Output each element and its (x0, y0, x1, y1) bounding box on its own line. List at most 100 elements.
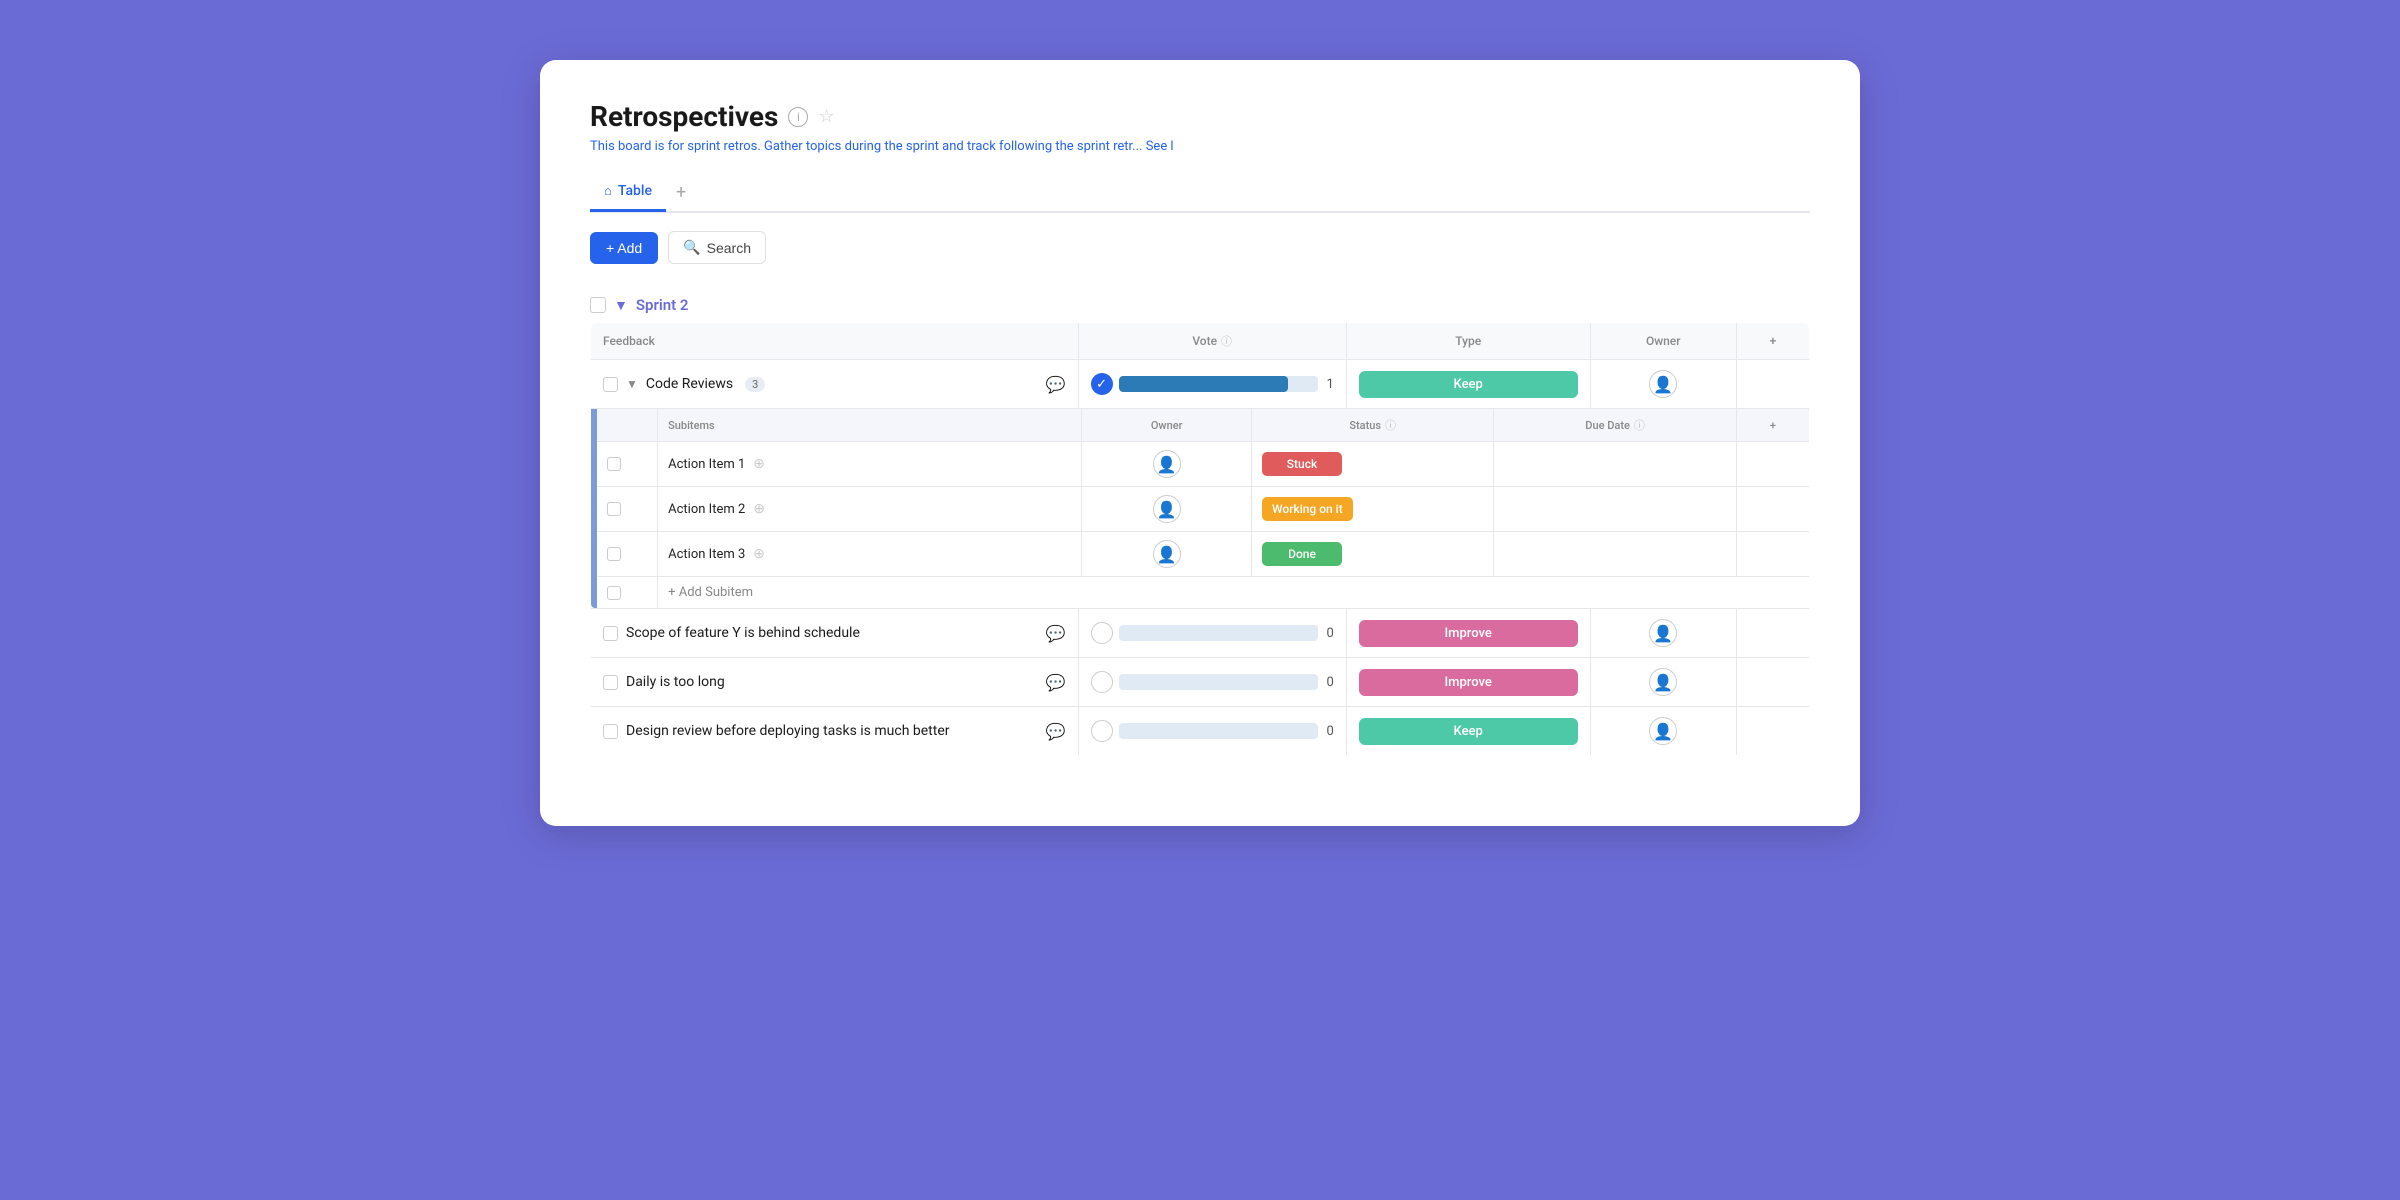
add-button[interactable]: + Add (590, 232, 658, 264)
table-row: Scope of feature Y is behind schedule 💬 … (591, 609, 1810, 658)
tab-table[interactable]: ⌂ Table (590, 175, 666, 212)
sub-add-icon[interactable]: ⊕ (753, 501, 765, 517)
add-comment-icon[interactable]: 💬 (1046, 673, 1066, 692)
item-name: Scope of feature Y is behind schedule (626, 625, 860, 641)
add-comment-icon[interactable]: 💬 (1046, 375, 1066, 394)
sub-owner-avatar[interactable]: 👤 (1153, 450, 1181, 478)
type-badge: Improve (1359, 669, 1578, 696)
row-chevron-icon[interactable]: ▼ (626, 377, 638, 391)
app-window: Retrospectives i ☆ This board is for spr… (540, 60, 1860, 826)
page-subtitle: This board is for sprint retros. Gather … (590, 139, 1810, 154)
sub-plus-cell (1736, 487, 1809, 532)
sub-plus-cell (1736, 442, 1809, 487)
subitem-name: Action Item 3 (668, 547, 745, 562)
vote-circle-icon[interactable] (1091, 671, 1113, 693)
add-comment-icon[interactable]: 💬 (1046, 624, 1066, 643)
group-sprint2: ▼ Sprint 2 Feedback Vote ⓘ Ty (590, 292, 1810, 756)
search-button[interactable]: 🔍 Search (668, 231, 766, 264)
sub-add-icon[interactable]: ⊕ (753, 546, 765, 562)
owner-avatar[interactable]: 👤 (1649, 619, 1677, 647)
sub-duedate-cell (1494, 532, 1736, 577)
sub-col-checkbox (597, 409, 658, 442)
sub-owner-cell: 👤 (1082, 442, 1252, 487)
sub-status-cell: Working on it (1252, 487, 1494, 532)
add-sub-checkbox-cell (597, 577, 658, 609)
sub-name-cell: Action Item 3 ⊕ (658, 532, 1082, 577)
search-icon: 🔍 (683, 239, 700, 256)
main-table: Feedback Vote ⓘ Type Owner (590, 322, 1810, 756)
subitem-container-cell: Subitems Owner Status (591, 409, 1810, 610)
row-checkbox[interactable] (603, 724, 618, 739)
duedate-info-icon: ⓘ (1634, 417, 1645, 433)
page-title-row: Retrospectives i ☆ (590, 100, 1810, 133)
add-col-cell[interactable] (1736, 707, 1809, 756)
subitem-section: Subitems Owner Status (591, 409, 1810, 610)
sub-owner-avatar[interactable]: 👤 (1153, 540, 1181, 568)
group-title: Sprint 2 (636, 296, 689, 314)
owner-cell: 👤 (1590, 609, 1736, 658)
sub-col-status: Status ⓘ (1252, 409, 1494, 442)
row-checkbox[interactable] (603, 675, 618, 690)
page-title: Retrospectives (590, 100, 778, 133)
sub-checkbox-cell (597, 532, 658, 577)
owner-avatar[interactable]: 👤 (1649, 370, 1677, 398)
tabs-row: ⌂ Table + (590, 174, 1810, 213)
subitem-checkbox[interactable] (607, 547, 621, 561)
group-checkbox[interactable] (590, 297, 606, 313)
add-comment-icon[interactable]: 💬 (1046, 722, 1066, 741)
status-badge: Working on it (1262, 497, 1353, 521)
item-name: Design review before deploying tasks is … (626, 723, 950, 739)
star-icon[interactable]: ☆ (818, 106, 834, 127)
subitem-row-1: Action Item 1 ⊕ 👤 (597, 442, 1809, 487)
home-icon: ⌂ (604, 183, 612, 199)
add-col-cell[interactable] (1736, 609, 1809, 658)
status-info-icon: ⓘ (1385, 417, 1396, 433)
subitem-table-wrap: Subitems Owner Status (597, 409, 1809, 608)
vote-bar (1119, 625, 1318, 641)
add-subitem-checkbox[interactable] (607, 586, 621, 600)
table-row: ▼ Code Reviews 3 💬 ✓ 1 (591, 360, 1810, 409)
see-more-link[interactable]: See l (1146, 139, 1174, 154)
vote-cell: 0 (1078, 707, 1346, 756)
owner-avatar[interactable]: 👤 (1649, 668, 1677, 696)
info-icon[interactable]: i (788, 107, 808, 127)
table-row: Daily is too long 💬 0 (591, 658, 1810, 707)
item-count: 3 (745, 377, 765, 392)
sub-add-icon[interactable]: ⊕ (753, 456, 765, 472)
type-cell: Keep (1346, 360, 1590, 409)
vote-cell: 0 (1078, 658, 1346, 707)
row-checkbox[interactable] (603, 626, 618, 641)
add-subitem-row[interactable]: + Add Subitem (597, 577, 1809, 609)
feedback-cell: Design review before deploying tasks is … (591, 707, 1079, 756)
add-col-cell[interactable] (1736, 658, 1809, 707)
add-subitem-label[interactable]: + Add Subitem (658, 577, 1809, 609)
sub-duedate-cell (1494, 487, 1736, 532)
owner-avatar[interactable]: 👤 (1649, 717, 1677, 745)
sub-owner-avatar[interactable]: 👤 (1153, 495, 1181, 523)
vote-circle-icon[interactable] (1091, 622, 1113, 644)
sub-col-plus[interactable]: + (1736, 409, 1809, 442)
vote-bar (1119, 376, 1318, 392)
sub-col-subitems: Subitems (658, 409, 1082, 442)
group-chevron-icon[interactable]: ▼ (614, 297, 628, 314)
owner-cell: 👤 (1590, 360, 1736, 409)
vote-checked-icon[interactable]: ✓ (1091, 373, 1113, 395)
sub-name-cell: Action Item 2 ⊕ (658, 487, 1082, 532)
item-name: Code Reviews (646, 376, 733, 392)
type-cell: Improve (1346, 658, 1590, 707)
vote-circle-icon[interactable] (1091, 720, 1113, 742)
add-col-cell[interactable] (1736, 360, 1809, 409)
sub-col-duedate: Due Date ⓘ (1494, 409, 1736, 442)
col-header-plus[interactable]: + (1736, 323, 1809, 360)
vote-cell: 0 (1078, 609, 1346, 658)
subitem-checkbox[interactable] (607, 502, 621, 516)
sub-name-cell: Action Item 1 ⊕ (658, 442, 1082, 487)
owner-cell: 👤 (1590, 658, 1736, 707)
row-checkbox[interactable] (603, 377, 618, 392)
tab-add-button[interactable]: + (666, 174, 696, 213)
type-badge: Keep (1359, 718, 1578, 745)
vote-number: 0 (1324, 724, 1334, 739)
subitem-checkbox[interactable] (607, 457, 621, 471)
col-header-vote: Vote ⓘ (1078, 323, 1346, 360)
subitem-row-2: Action Item 2 ⊕ 👤 (597, 487, 1809, 532)
